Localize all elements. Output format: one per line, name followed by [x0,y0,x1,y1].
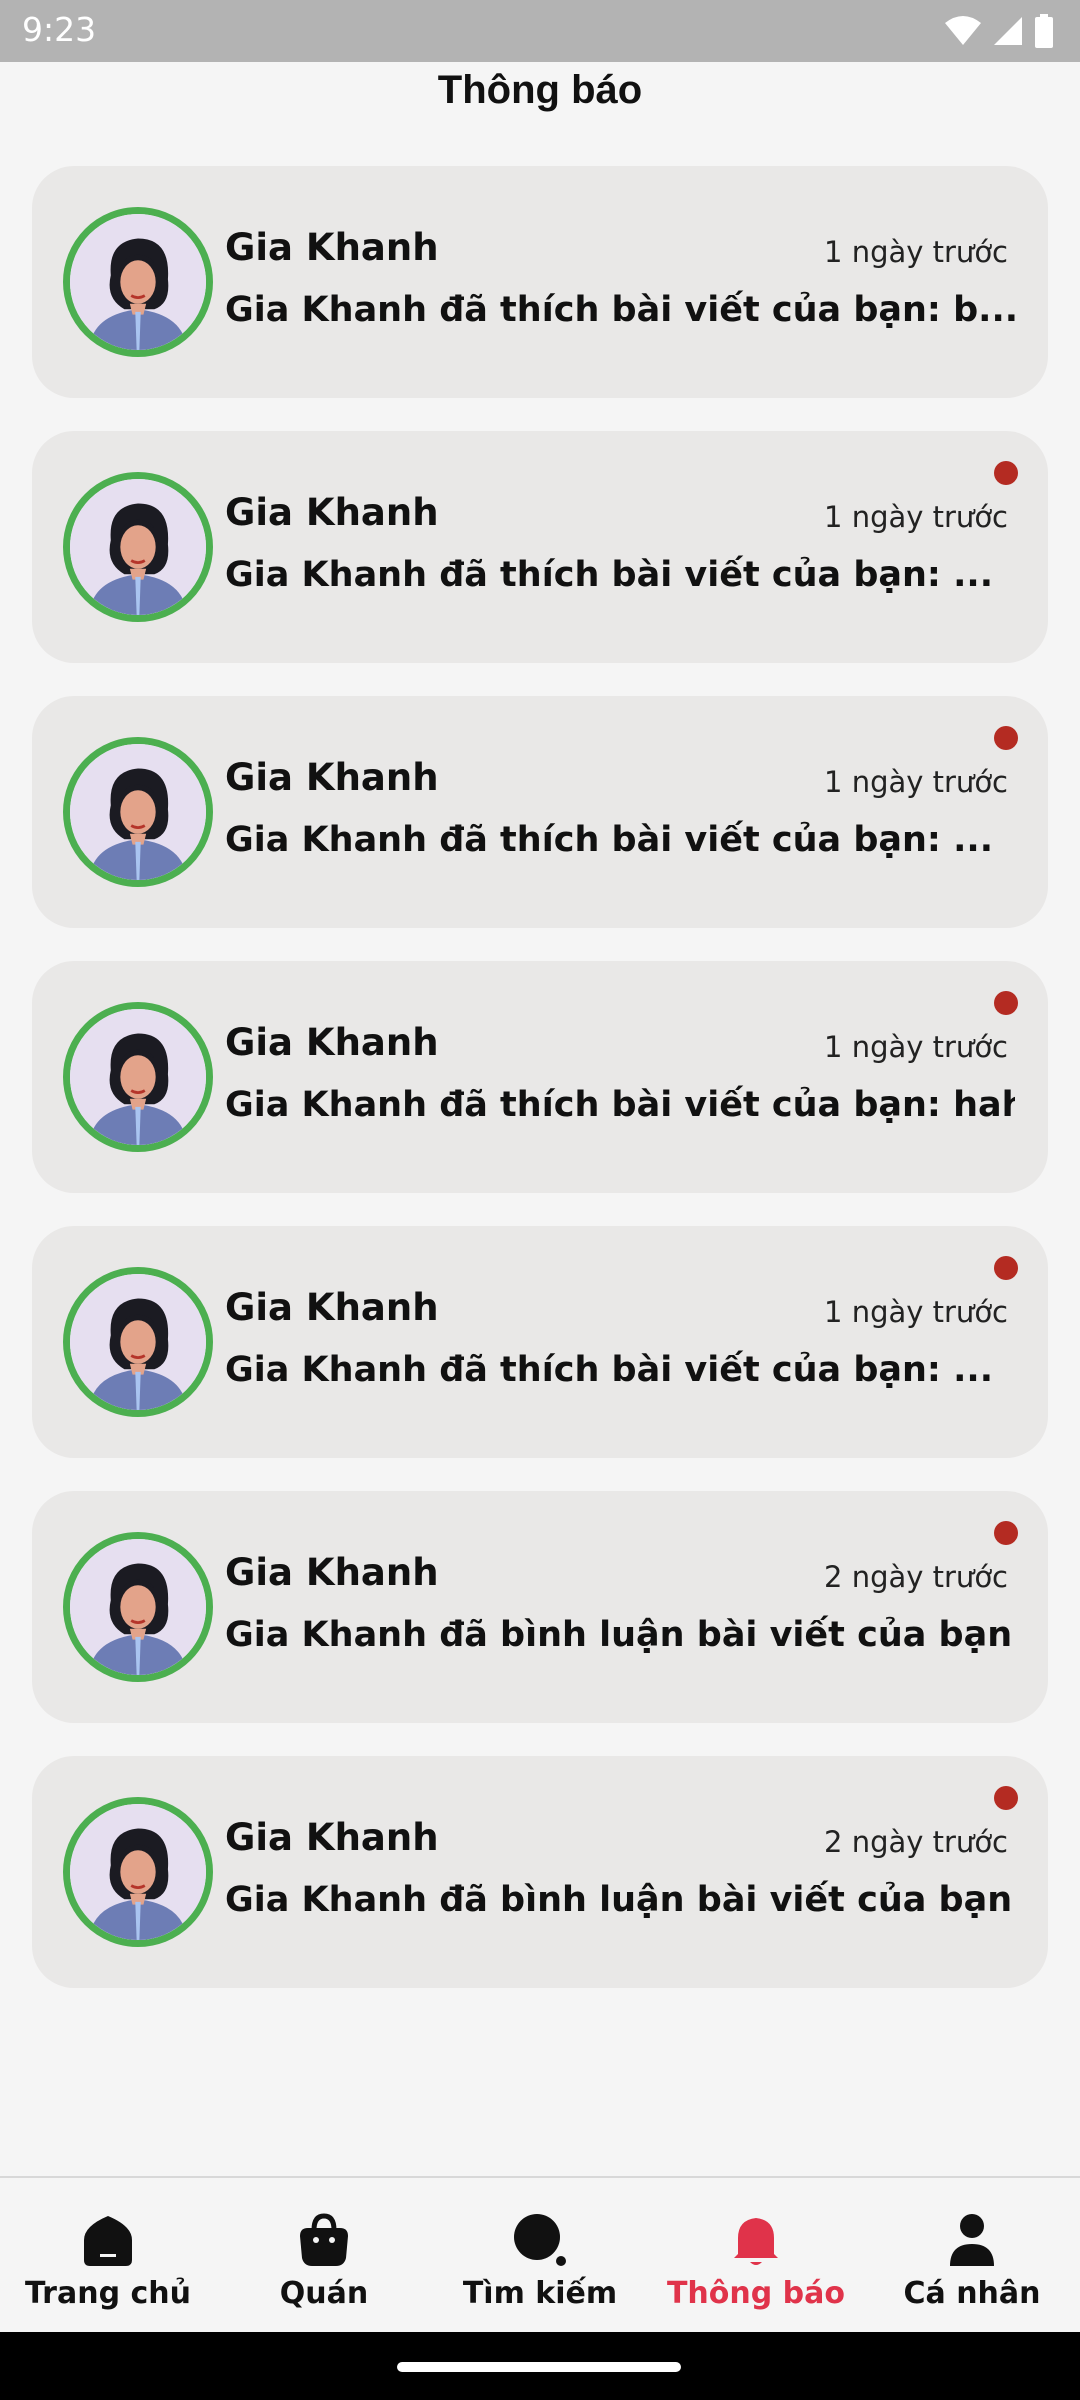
avatar-illustration [70,479,206,615]
nav-item[interactable]: Cá nhân [864,2178,1080,2332]
shopping-bag-icon [294,2210,354,2270]
notification-sender: Gia Khanh [225,1551,439,1594]
battery-icon [1035,14,1053,48]
unread-dot [994,461,1018,485]
status-time: 9:23 [22,10,97,49]
notification-time: 1 ngày trước [824,1295,1008,1329]
notification-sender: Gia Khanh [225,491,439,534]
unread-dot [994,1256,1018,1280]
person-icon [942,2210,1002,2270]
avatar[interactable] [63,1267,213,1417]
nav-item[interactable]: Quán [216,2178,432,2332]
notification-message: Gia Khanh đã thích bài viết của bạn: ... [225,1350,994,1390]
bell-icon [726,2210,786,2270]
signal-icon [994,17,1022,45]
unread-dot [994,1521,1018,1545]
notification-sender: Gia Khanh [225,1286,439,1329]
avatar[interactable] [63,1532,213,1682]
notification-time: 2 ngày trước [824,1825,1008,1859]
nav-label: Quán [279,2276,369,2311]
status-icons [944,14,1054,48]
notification-card[interactable]: Gia Khanh 1 ngày trước Gia Khanh đã thíc… [32,1226,1048,1458]
avatar-illustration [70,1804,206,1940]
avatar-illustration [70,744,206,880]
nav-label: Tìm kiếm [462,2276,618,2311]
notification-card[interactable]: Gia Khanh 1 ngày trước Gia Khanh đã thíc… [32,696,1048,928]
gesture-handle[interactable] [397,2362,681,2372]
notification-message: Gia Khanh đã thích bài viết của bạn: ... [225,555,994,595]
notification-sender: Gia Khanh [225,1021,439,1064]
unread-dot [994,726,1018,750]
notification-time: 1 ngày trước [824,1030,1008,1064]
notification-time: 1 ngày trước [824,500,1008,534]
notification-message: Gia Khanh đã thích bài viết của bạn: b..… [225,290,1015,330]
notification-message: Gia Khanh đã thích bài viết của bạn: ... [225,820,994,860]
bottom-navigation: Trang chủ Quán Tìm kiếm Thông báo Cá nhâ… [0,2176,1080,2332]
unread-dot [994,1786,1018,1810]
avatar[interactable] [63,207,213,357]
gesture-bar [0,2332,1080,2400]
avatar[interactable] [63,1002,213,1152]
notification-card[interactable]: Gia Khanh 1 ngày trước Gia Khanh đã thíc… [32,961,1048,1193]
avatar-illustration [70,214,206,350]
status-bar: 9:23 [0,0,1080,62]
notification-time: 1 ngày trước [824,765,1008,799]
notification-sender: Gia Khanh [225,226,439,269]
notification-message: Gia Khanh đã thích bài viết của bạn: hah… [225,1085,1015,1125]
notification-card[interactable]: Gia Khanh 2 ngày trước Gia Khanh đã bình… [32,1756,1048,1988]
nav-label: Thông báo [666,2276,846,2311]
nav-label: Trang chủ [25,2276,191,2311]
nav-item[interactable]: Tìm kiếm [432,2178,648,2332]
avatar[interactable] [63,737,213,887]
wifi-icon [945,16,981,45]
notification-list: Gia Khanh 1 ngày trước Gia Khanh đã thíc… [32,166,1048,2021]
notification-sender: Gia Khanh [225,756,439,799]
notification-message: Gia Khanh đã bình luận bài viết của bạn:… [225,1615,1015,1655]
avatar[interactable] [63,472,213,622]
avatar-illustration [70,1009,206,1145]
search-icon [510,2210,570,2270]
notification-message: Gia Khanh đã bình luận bài viết của bạn:… [225,1880,1015,1920]
nav-label: Cá nhân [903,2276,1041,2311]
notification-sender: Gia Khanh [225,1816,439,1859]
notification-card[interactable]: Gia Khanh 1 ngày trước Gia Khanh đã thíc… [32,431,1048,663]
page-title: Thông báo [437,68,643,112]
avatar[interactable] [63,1797,213,1947]
nav-item[interactable]: Thông báo [648,2178,864,2332]
notification-time: 2 ngày trước [824,1560,1008,1594]
notification-card[interactable]: Gia Khanh 1 ngày trước Gia Khanh đã thíc… [32,166,1048,398]
notification-card[interactable]: Gia Khanh 2 ngày trước Gia Khanh đã bình… [32,1491,1048,1723]
home-icon [78,2210,138,2270]
avatar-illustration [70,1274,206,1410]
unread-dot [994,991,1018,1015]
nav-item[interactable]: Trang chủ [0,2178,216,2332]
notification-time: 1 ngày trước [824,235,1008,269]
avatar-illustration [70,1539,206,1675]
